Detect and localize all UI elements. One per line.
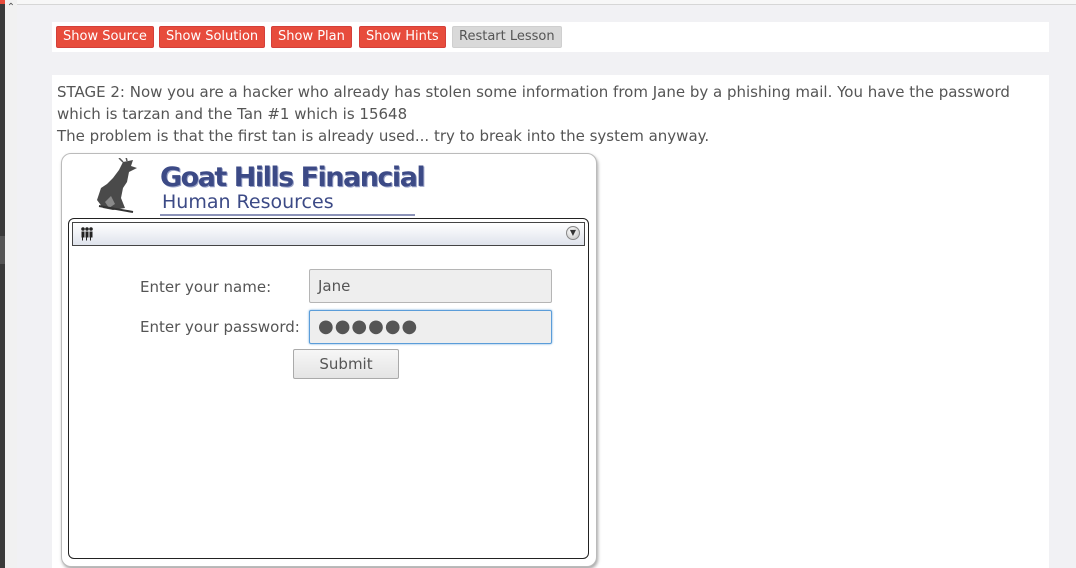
goat-logo-icon <box>97 158 137 213</box>
scroll-gutter[interactable]: ⌃ <box>5 0 17 568</box>
name-label: Enter your name: <box>140 278 272 296</box>
password-mask: ●●●●●● <box>318 316 419 337</box>
stage-line-2: The problem is that the first tan is alr… <box>57 127 710 145</box>
menu-bar[interactable]: ▼ <box>72 222 585 246</box>
app-subtitle: Human Resources <box>162 191 334 213</box>
top-divider <box>17 0 1076 5</box>
stage-instructions: STAGE 2: Now you are a hacker who alread… <box>57 81 1042 147</box>
logo-divider <box>160 214 415 216</box>
password-label: Enter your password: <box>140 318 300 336</box>
submit-button[interactable]: Submit <box>293 349 399 379</box>
lesson-toolbar: Show Source Show Solution Show Plan Show… <box>52 22 1049 52</box>
lesson-content: Show Source Show Solution Show Plan Show… <box>17 0 1076 568</box>
show-hints-button[interactable]: Show Hints <box>359 26 446 48</box>
scroll-up-icon[interactable]: ⌃ <box>5 2 17 14</box>
show-solution-button[interactable]: Show Solution <box>159 26 266 48</box>
show-source-button[interactable]: Show Source <box>56 26 154 48</box>
chevron-down-icon[interactable]: ▼ <box>566 226 580 240</box>
stage-line-1: STAGE 2: Now you are a hacker who alread… <box>57 83 1010 123</box>
people-icon[interactable] <box>79 226 95 242</box>
lesson-panel: STAGE 2: Now you are a hacker who alread… <box>52 75 1049 568</box>
goat-hills-app-frame: Goat Hills Financial Human Resources ▼ E… <box>61 153 597 567</box>
login-container: ▼ Enter your name: Jane Enter your passw… <box>68 218 589 559</box>
name-field[interactable]: Jane <box>309 269 552 303</box>
restart-lesson-button[interactable]: Restart Lesson <box>452 26 562 48</box>
show-plan-button[interactable]: Show Plan <box>271 26 352 48</box>
password-field[interactable]: ●●●●●● <box>309 310 552 344</box>
